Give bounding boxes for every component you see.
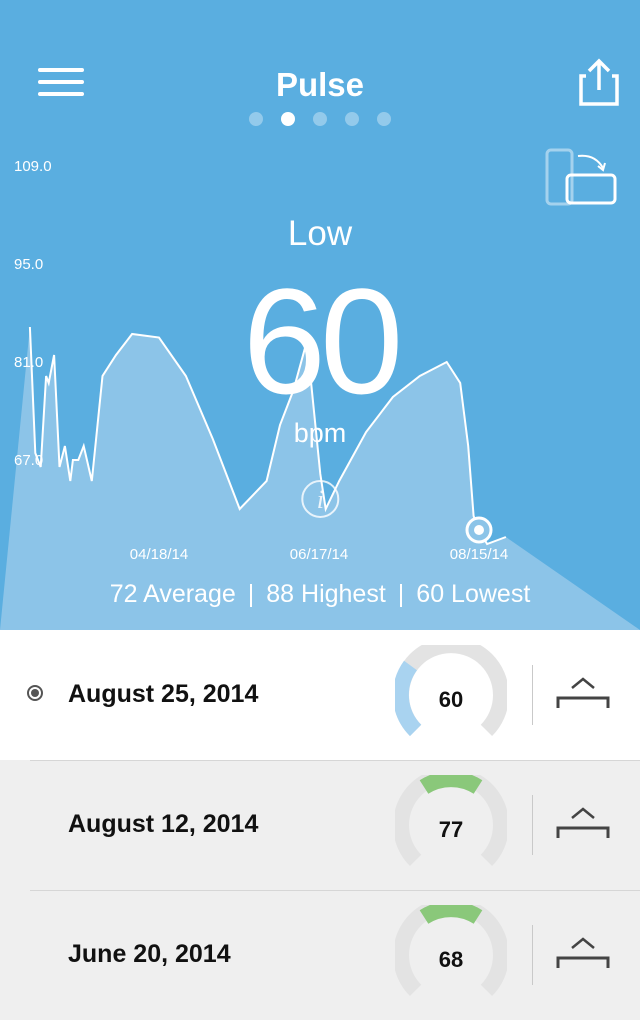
page-indicator[interactable] <box>0 112 640 126</box>
reading-row[interactable]: August 25, 2014 60 <box>0 630 640 760</box>
average-stat: 72 Average <box>109 580 236 608</box>
rotate-device-icon[interactable] <box>545 148 620 210</box>
page-title: Pulse <box>275 66 365 103</box>
reading-date: August 25, 2014 <box>68 680 259 708</box>
recline-icon[interactable] <box>556 936 610 970</box>
page-dot[interactable] <box>281 112 295 126</box>
reading-row[interactable]: June 20, 2014 68 <box>0 890 640 1020</box>
summary-stats: 72 Average | 88 Highest | 60 Lowest <box>0 580 640 609</box>
selected-point-marker[interactable] <box>465 516 493 544</box>
y-tick-label: 109.0 <box>14 158 52 175</box>
row-divider-line <box>532 795 533 855</box>
gauge-icon: 60 <box>395 645 507 737</box>
pulse-hero: i Pulse 109.0 95.0 81.0 67.0 Low 60 bpm … <box>0 0 640 630</box>
stat-separator: | <box>247 580 255 608</box>
pulse-unit: bpm <box>293 418 347 448</box>
y-tick-label: 67.0 <box>14 452 44 469</box>
row-divider <box>30 890 640 891</box>
gauge-icon: 68 <box>395 905 507 997</box>
row-divider <box>30 760 640 761</box>
x-tick-label: 04/18/14 <box>129 546 189 563</box>
page-dot[interactable] <box>313 112 327 126</box>
page-dot[interactable] <box>249 112 263 126</box>
reading-value: 77 <box>439 817 463 842</box>
reading-date: August 12, 2014 <box>68 810 259 838</box>
share-icon[interactable] <box>578 58 620 108</box>
recline-icon[interactable] <box>556 676 610 710</box>
lowest-stat: 60 Lowest <box>416 580 531 608</box>
svg-text:i: i <box>317 485 324 514</box>
selected-radio-icon[interactable] <box>27 685 43 701</box>
row-divider-line <box>532 665 533 725</box>
gauge-icon: 77 <box>395 775 507 867</box>
x-tick-label: 08/15/14 <box>449 546 509 563</box>
pulse-value: 60 <box>242 257 404 425</box>
page-dot[interactable] <box>345 112 359 126</box>
reading-date: June 20, 2014 <box>68 940 231 968</box>
highest-stat: 88 Highest <box>266 580 386 608</box>
stat-separator: | <box>397 580 405 608</box>
row-divider-line <box>532 925 533 985</box>
x-tick-label: 06/17/14 <box>289 546 349 563</box>
page-dot[interactable] <box>377 112 391 126</box>
recline-icon[interactable] <box>556 806 610 840</box>
pulse-status: Low <box>287 214 353 253</box>
reading-value: 60 <box>439 687 463 712</box>
reading-row[interactable]: August 12, 2014 77 <box>0 760 640 890</box>
